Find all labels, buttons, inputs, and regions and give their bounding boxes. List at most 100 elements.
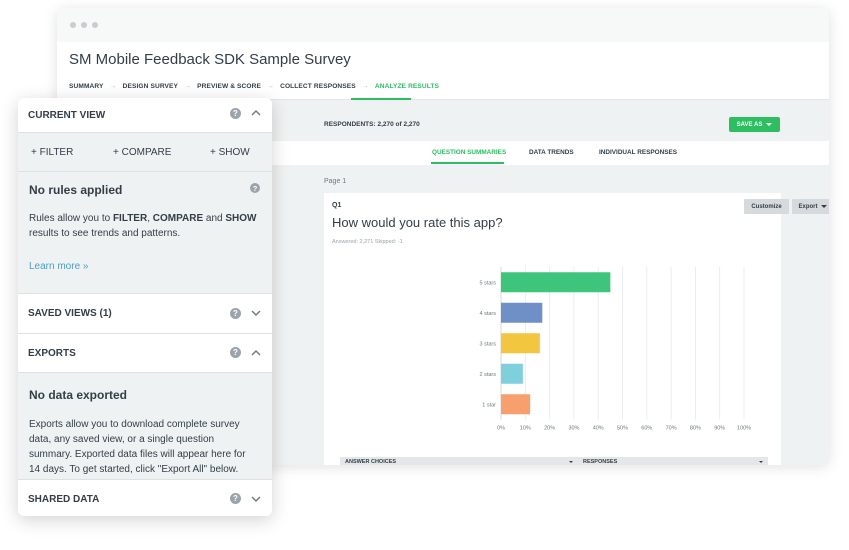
exports-text-line: data, any saved view, or a single questi… [29,434,215,445]
tab-data-trends[interactable]: DATA TRENDS [529,149,574,156]
help-icon[interactable]: ? [250,183,260,193]
question-card: 0% 10% 20% 30% 40% 50% 60% 70% 80% 90% 100% 5 stars… [324,193,829,465]
tab-individual-responses[interactable]: INDIVIDUAL RESPONSES [599,149,677,156]
x-tick-label: 50% [617,426,628,432]
sort-caret-icon[interactable] [569,461,573,463]
arrow-right-icon: → [361,83,369,90]
save-as-label: SAVE AS [736,121,763,128]
step-design-survey[interactable]: DESIGN SURVEY [123,83,178,90]
category-label: 3 stars [479,341,496,347]
compare-button[interactable]: + COMPARE [113,147,171,158]
saved-views-title: SAVED VIEWS (1) [28,308,112,319]
col-responses[interactable]: RESPONSES [583,459,617,465]
bar-1-star[interactable] [501,394,531,415]
shared-data-header[interactable]: SHARED DATA ? [18,480,272,516]
help-icon[interactable]: ? [230,108,241,119]
x-tick-label: 100% [737,426,751,432]
col-answer-choices[interactable]: ANSWER CHOICES [345,459,396,465]
keyword-compare: COMPARE [152,213,204,224]
save-as-button[interactable]: SAVE AS [729,117,780,132]
title-bar [57,8,829,42]
exports-body: No data exported Exports allow you to do… [18,373,272,479]
question-stats: Answered: 2,271 Skipped: -1 [332,239,403,245]
exports-text-line: Exports allow you to download complete s… [29,419,240,430]
exports-header[interactable]: EXPORTS ? [18,334,272,372]
x-tick-label: 60% [641,426,652,432]
help-icon[interactable]: ? [230,308,241,319]
answer-table-header: ANSWER CHOICES RESPONSES [340,457,768,465]
current-view-title: CURRENT VIEW [28,109,106,121]
help-icon[interactable]: ? [230,493,241,504]
question-number: Q1 [332,202,342,209]
customize-button[interactable]: Customize [744,199,789,214]
arrow-right-icon: → [184,83,192,90]
x-tick-label: 70% [666,426,677,432]
no-rules-title: No rules applied [29,183,123,197]
filter-button[interactable]: + FILTER [31,147,73,158]
customize-label: Customize [751,203,782,210]
x-tick-label: 10% [520,426,531,432]
window-dot-icon [92,22,98,28]
category-label: 4 stars [479,311,496,317]
step-analyze-results[interactable]: ANALYZE RESULTS [375,83,439,90]
keyword-show: SHOW [225,213,257,224]
current-view-body: + FILTER + COMPARE + SHOW No rules appli… [18,133,272,293]
arrow-right-icon: → [266,83,275,90]
active-tab-indicator [431,162,504,164]
divider [18,171,272,172]
bar-4-stars[interactable] [501,302,543,323]
exports-text-line: 14 days. To get started, click "Export A… [29,464,239,475]
keyword-filter: FILTER [112,213,148,224]
step-preview-score[interactable]: PREVIEW & SCORE [197,83,261,90]
x-tick-label: 0% [497,426,505,432]
step-navigation: SUMMARY → DESIGN SURVEY → PREVIEW & SCOR… [69,83,439,90]
bar-5-stars[interactable] [501,272,611,293]
exports-title: EXPORTS [28,347,76,359]
step-collect-responses[interactable]: COLLECT RESPONSES [280,83,356,90]
current-view-header[interactable]: CURRENT VIEW ? [18,98,272,132]
help-icon[interactable]: ? [230,347,241,358]
x-tick-label: 20% [544,426,555,432]
tab-question-summaries[interactable]: QUESTION SUMMARIES [432,149,506,156]
x-tick-label: 80% [690,426,701,432]
shared-data-title: SHARED DATA [28,493,100,505]
x-tick-label: 40% [593,426,604,432]
chevron-down-icon[interactable] [250,493,262,505]
sort-caret-icon[interactable] [759,461,763,463]
analyze-sidebar-panel: CURRENT VIEW ? + FILTER + COMPARE + SHOW… [18,98,272,516]
bar-3-stars[interactable] [501,333,540,354]
learn-more-link[interactable]: Learn more » [29,261,88,272]
question-title: How would you rate this app? [332,215,503,230]
category-label: 1 star [482,402,496,408]
chevron-up-icon[interactable] [250,107,262,119]
window-dot-icon [70,22,76,28]
respondents-count: RESPONDENTS: 2,270 of 2,270 [324,121,420,128]
view-actions: + FILTER + COMPARE + SHOW [18,133,272,171]
x-tick-label: 90% [714,426,725,432]
survey-title: SM Mobile Feedback SDK Sample Survey [69,51,351,68]
active-step-indicator [351,98,411,100]
bar-chart: 0% 10% 20% 30% 40% 50% 60% 70% 80% 90% 100% 5 stars… [479,267,751,432]
x-tick-label: 30% [568,426,579,432]
rules-text: and [203,213,226,224]
caret-down-icon [820,205,827,208]
chevron-up-icon[interactable] [250,347,262,359]
category-label: 2 stars [479,372,496,378]
exports-description: Exports allow you to download complete s… [29,417,269,477]
chevron-down-icon[interactable] [250,307,262,319]
no-exports-title: No data exported [29,388,128,402]
rules-text: results to see trends and patterns. [29,228,181,239]
window-dot-icon [81,22,87,28]
rules-text: Rules allow you to [29,213,113,224]
show-button[interactable]: + SHOW [210,147,250,158]
saved-views-header[interactable]: SAVED VIEWS (1) ? [18,294,272,333]
caret-down-icon [766,123,773,126]
results-tabs: QUESTION SUMMARIES DATA TRENDS INDIVIDUA… [269,141,829,165]
arrow-right-icon: → [109,83,117,90]
export-label: Export [798,203,818,210]
step-summary[interactable]: SUMMARY [69,83,104,90]
export-button[interactable]: Export [792,199,829,214]
page-label: Page 1 [324,178,347,185]
rules-description: Rules allow you to FILTER, COMPARE and S… [29,211,264,241]
bar-2-stars[interactable] [501,363,523,384]
